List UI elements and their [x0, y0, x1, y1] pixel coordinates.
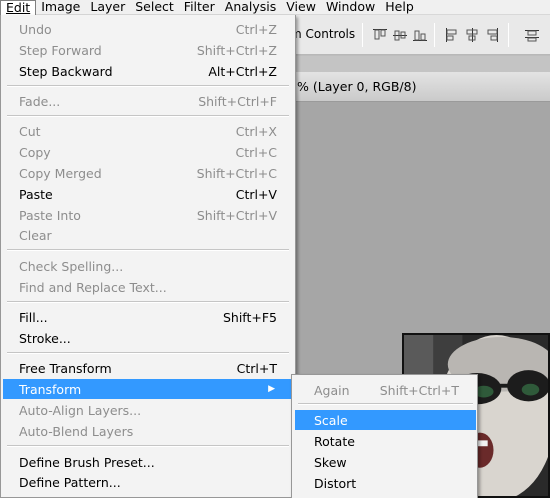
menu-item-copy-merged[interactable]: Copy Merged Shift+Ctrl+C	[3, 163, 293, 183]
toolbar-separator	[434, 23, 435, 47]
menu-item-find-replace-text[interactable]: Find and Replace Text...	[3, 277, 293, 297]
menu-item-paste-into[interactable]: Paste Into Shift+Ctrl+V	[3, 205, 293, 225]
menu-layer[interactable]: Layer	[85, 0, 130, 15]
align-bottom-edges-icon[interactable]	[412, 27, 428, 43]
submenu-item-skew[interactable]: Skew	[295, 452, 476, 472]
menu-separator	[7, 85, 289, 87]
menu-item-copy[interactable]: Copy Ctrl+C	[3, 142, 293, 162]
menu-item-fill[interactable]: Fill... Shift+F5	[3, 307, 293, 327]
align-vertical-centers-icon[interactable]	[392, 27, 408, 43]
menu-item-fade[interactable]: Fade... Shift+Ctrl+F	[3, 91, 293, 111]
menu-item-undo[interactable]: Undo Ctrl+Z	[3, 19, 293, 39]
menu-item-step-backward[interactable]: Step Backward Alt+Ctrl+Z	[3, 61, 293, 81]
submenu-arrow-icon: ▶	[268, 384, 275, 394]
toolbar-separator	[362, 23, 363, 47]
menu-edit[interactable]: Edit	[0, 0, 37, 15]
menu-window[interactable]: Window	[321, 0, 380, 15]
distribute-top-edges-icon[interactable]	[524, 27, 540, 43]
menu-separator	[7, 445, 289, 447]
menu-item-transform[interactable]: Transform ▶	[3, 379, 293, 399]
submenu-item-again[interactable]: Again Shift+Ctrl+T	[295, 380, 476, 400]
menu-analysis[interactable]: Analysis	[220, 0, 282, 15]
menu-separator	[7, 115, 289, 117]
menu-item-step-forward[interactable]: Step Forward Shift+Ctrl+Z	[3, 40, 293, 60]
menu-item-clear[interactable]: Clear	[3, 225, 293, 245]
submenu-item-distort[interactable]: Distort	[295, 473, 476, 493]
menu-item-cut[interactable]: Cut Ctrl+X	[3, 121, 293, 141]
align-left-edges-icon[interactable]	[444, 27, 460, 43]
menu-item-check-spelling[interactable]: Check Spelling...	[3, 256, 293, 276]
menu-item-define-brush-preset[interactable]: Define Brush Preset...	[3, 452, 293, 472]
show-transform-controls-label[interactable]: m Controls	[290, 27, 355, 41]
menu-image[interactable]: Image	[36, 0, 85, 15]
menu-separator	[298, 403, 473, 405]
submenu-item-scale[interactable]: Scale	[295, 410, 476, 430]
menu-item-free-transform[interactable]: Free Transform Ctrl+T	[3, 358, 293, 378]
menu-item-stroke[interactable]: Stroke...	[3, 328, 293, 348]
edit-menu-dropdown: Undo Ctrl+Z Step Forward Shift+Ctrl+Z Step…	[0, 15, 296, 498]
menu-separator	[7, 249, 289, 251]
transform-submenu: Again Shift+Ctrl+T Scale Rotate Skew Dist…	[291, 374, 478, 498]
align-top-edges-icon[interactable]	[372, 27, 388, 43]
menu-item-auto-align-layers[interactable]: Auto-Align Layers...	[3, 400, 293, 420]
menu-help[interactable]: Help	[380, 0, 419, 15]
menu-item-paste[interactable]: Paste Ctrl+V	[3, 184, 293, 204]
menu-separator	[7, 301, 289, 303]
menu-select[interactable]: Select	[130, 0, 179, 15]
menu-item-auto-blend-layers[interactable]: Auto-Blend Layers	[3, 421, 293, 441]
submenu-item-rotate[interactable]: Rotate	[295, 431, 476, 451]
align-right-edges-icon[interactable]	[484, 27, 500, 43]
menu-item-define-pattern[interactable]: Define Pattern...	[3, 472, 293, 492]
menu-filter[interactable]: Filter	[179, 0, 220, 15]
menu-separator	[7, 352, 289, 354]
document-title[interactable]: % (Layer 0, RGB/8)	[296, 72, 550, 102]
menu-view[interactable]: View	[281, 0, 321, 15]
menu-bar: Edit Image Layer Select Filter Analysis …	[0, 0, 550, 15]
align-horizontal-centers-icon[interactable]	[464, 27, 480, 43]
toolbar-separator	[508, 23, 509, 47]
